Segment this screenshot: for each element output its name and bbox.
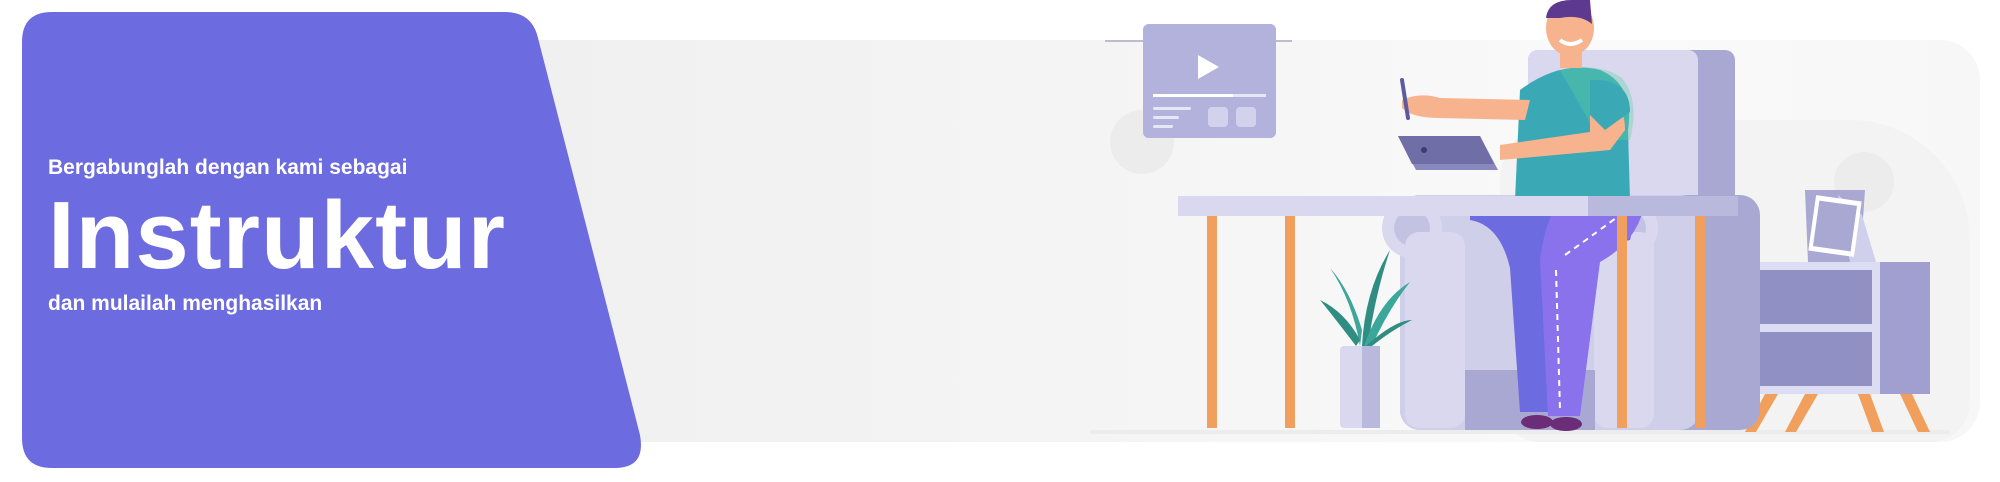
instructor-illustration <box>1090 0 1950 434</box>
side-cabinet <box>1740 152 1930 432</box>
instructor-banner: Bergabunglah dengan kami sebagai Instruk… <box>0 0 2000 482</box>
video-card <box>1105 24 1292 174</box>
potted-plant <box>1320 250 1412 428</box>
